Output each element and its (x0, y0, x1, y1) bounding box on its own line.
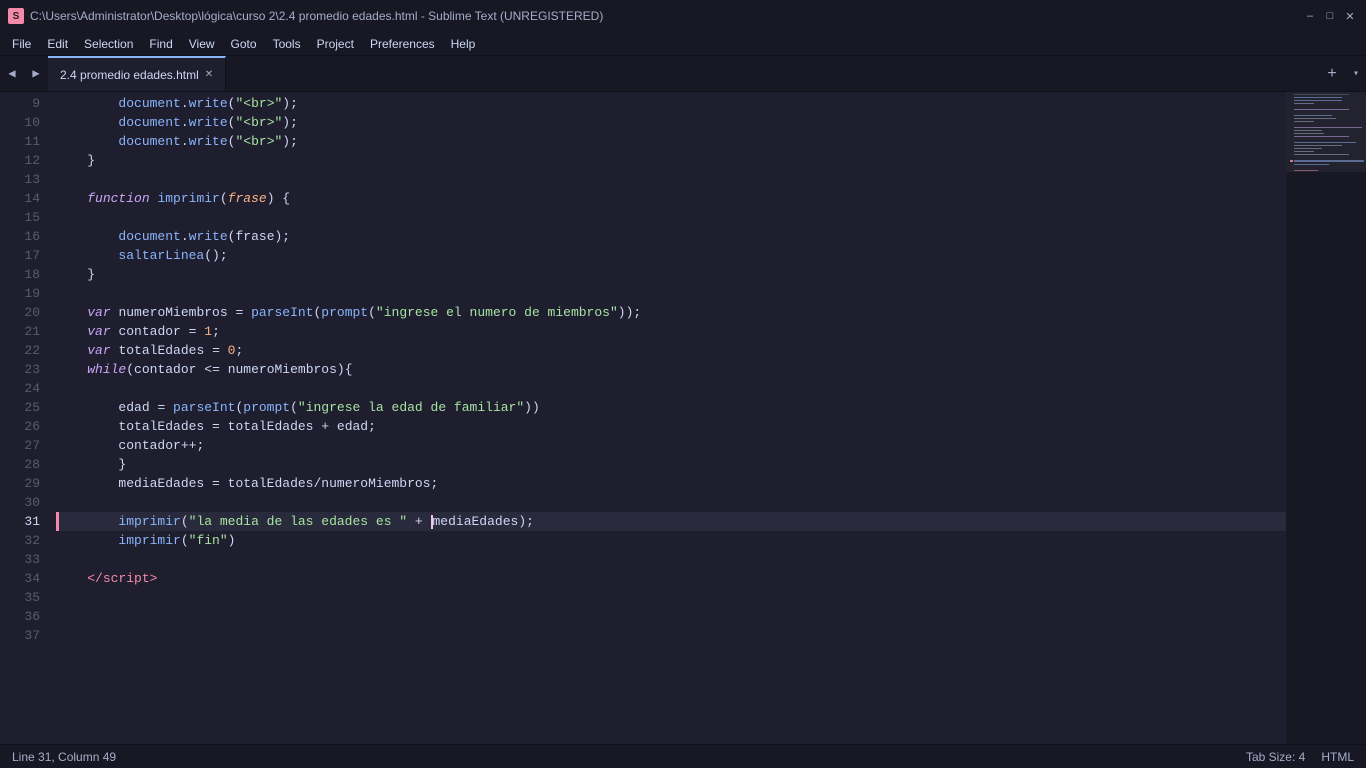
code-line-27: contador++; (56, 436, 1286, 455)
tab-add-button[interactable]: + (1318, 56, 1346, 91)
code-line-28: } (56, 455, 1286, 474)
ln-12: 12 (0, 151, 40, 170)
status-right: Tab Size: 4 HTML (1246, 750, 1354, 764)
menu-file[interactable]: File (4, 35, 39, 53)
code-line-11: document.write("<br>"); (56, 132, 1286, 151)
code-line-30 (56, 493, 1286, 512)
ln-37: 37 (0, 626, 40, 645)
minimap-viewport (1286, 92, 1366, 172)
tab-dropdown-button[interactable]: ▾ (1346, 56, 1366, 91)
code-line-15 (56, 208, 1286, 227)
menu-preferences[interactable]: Preferences (362, 35, 443, 53)
minimap (1286, 92, 1366, 744)
menu-selection[interactable]: Selection (76, 35, 141, 53)
ln-31: 31 (0, 512, 40, 531)
status-tab-size[interactable]: Tab Size: 4 (1246, 750, 1305, 764)
ln-21: 21 (0, 322, 40, 341)
code-line-31: imprimir("la media de las edades es " + … (56, 512, 1286, 531)
title-text: C:\Users\Administrator\Desktop\lógica\cu… (30, 9, 1302, 23)
menu-goto[interactable]: Goto (223, 35, 265, 53)
code-line-37 (56, 626, 1286, 645)
code-line-10: document.write("<br>"); (56, 113, 1286, 132)
code-line-16: document.write(frase); (56, 227, 1286, 246)
ln-14: 14 (0, 189, 40, 208)
menu-find[interactable]: Find (141, 35, 180, 53)
app-icon: S (8, 8, 24, 24)
ln-25: 25 (0, 398, 40, 417)
code-line-36 (56, 607, 1286, 626)
code-line-18: } (56, 265, 1286, 284)
menu-edit[interactable]: Edit (39, 35, 76, 53)
tabbar: ◀ ▶ 2.4 promedio edades.html ✕ + ▾ (0, 56, 1366, 92)
ln-18: 18 (0, 265, 40, 284)
minimize-button[interactable]: – (1302, 8, 1318, 24)
ln-33: 33 (0, 550, 40, 569)
code-line-21: var contador = 1; (56, 322, 1286, 341)
ln-10: 10 (0, 113, 40, 132)
code-line-23: while(contador <= numeroMiembros){ (56, 360, 1286, 379)
maximize-button[interactable]: □ (1322, 8, 1338, 24)
ln-23: 23 (0, 360, 40, 379)
code-line-22: var totalEdades = 0; (56, 341, 1286, 360)
editor: 9 10 11 12 13 14 15 16 17 18 19 20 21 22… (0, 92, 1366, 744)
code-line-9: document.write("<br>"); (56, 94, 1286, 113)
ln-28: 28 (0, 455, 40, 474)
ln-17: 17 (0, 246, 40, 265)
tab-next-button[interactable]: ▶ (24, 56, 48, 91)
code-line-12: } (56, 151, 1286, 170)
ln-13: 13 (0, 170, 40, 189)
ln-9: 9 (0, 94, 40, 113)
ln-36: 36 (0, 607, 40, 626)
ln-35: 35 (0, 588, 40, 607)
tab-close-button[interactable]: ✕ (205, 69, 213, 80)
tab-prev-button[interactable]: ◀ (0, 56, 24, 91)
status-position[interactable]: Line 31, Column 49 (12, 750, 116, 764)
code-line-17: saltarLinea(); (56, 246, 1286, 265)
code-line-35 (56, 588, 1286, 607)
ln-27: 27 (0, 436, 40, 455)
ln-20: 20 (0, 303, 40, 322)
menu-help[interactable]: Help (443, 35, 484, 53)
close-button[interactable]: ✕ (1342, 8, 1358, 24)
statusbar: Line 31, Column 49 Tab Size: 4 HTML (0, 744, 1366, 768)
menu-view[interactable]: View (181, 35, 223, 53)
line-numbers: 9 10 11 12 13 14 15 16 17 18 19 20 21 22… (0, 92, 48, 744)
code-line-25: edad = parseInt(prompt("ingrese la edad … (56, 398, 1286, 417)
ln-16: 16 (0, 227, 40, 246)
ln-32: 32 (0, 531, 40, 550)
status-language[interactable]: HTML (1321, 750, 1354, 764)
ln-34: 34 (0, 569, 40, 588)
ln-24: 24 (0, 379, 40, 398)
tab-label: 2.4 promedio edades.html (60, 68, 199, 82)
code-area[interactable]: document.write("<br>"); document.write("… (48, 92, 1286, 744)
code-line-14: function imprimir(frase) { (56, 189, 1286, 208)
active-line-indicator (56, 512, 59, 531)
ln-15: 15 (0, 208, 40, 227)
titlebar: S C:\Users\Administrator\Desktop\lógica\… (0, 0, 1366, 32)
minimap-content (1286, 92, 1366, 692)
tab-file[interactable]: 2.4 promedio edades.html ✕ (48, 56, 226, 91)
ln-29: 29 (0, 474, 40, 493)
code-line-24 (56, 379, 1286, 398)
code-line-29: mediaEdades = totalEdades/numeroMiembros… (56, 474, 1286, 493)
code-line-13 (56, 170, 1286, 189)
ln-11: 11 (0, 132, 40, 151)
window-controls: – □ ✕ (1302, 8, 1358, 24)
ln-19: 19 (0, 284, 40, 303)
code-line-32: imprimir("fin") (56, 531, 1286, 550)
menubar: File Edit Selection Find View Goto Tools… (0, 32, 1366, 56)
code-line-34: </script> (56, 569, 1286, 588)
code-line-33 (56, 550, 1286, 569)
ln-30: 30 (0, 493, 40, 512)
ln-22: 22 (0, 341, 40, 360)
menu-tools[interactable]: Tools (265, 35, 309, 53)
code-line-19 (56, 284, 1286, 303)
code-line-26: totalEdades = totalEdades + edad; (56, 417, 1286, 436)
menu-project[interactable]: Project (309, 35, 362, 53)
ln-26: 26 (0, 417, 40, 436)
code-line-20: var numeroMiembros = parseInt(prompt("in… (56, 303, 1286, 322)
